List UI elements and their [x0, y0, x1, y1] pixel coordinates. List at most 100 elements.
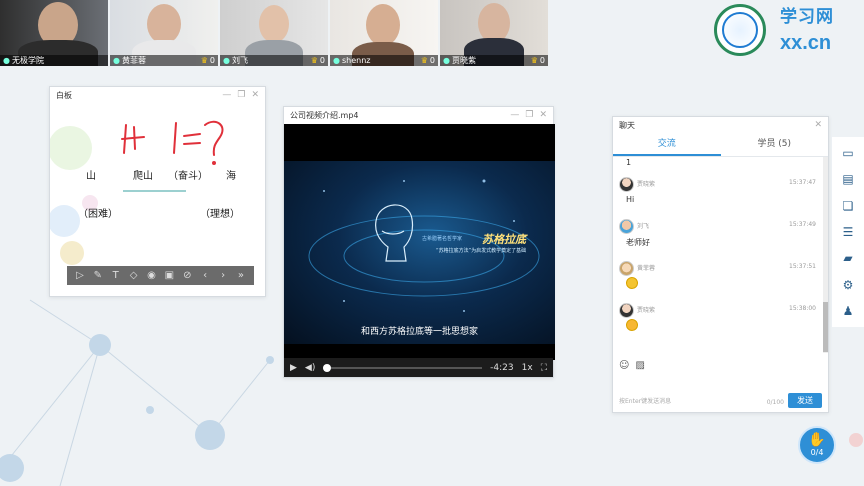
chat-title: 聊天 [619, 120, 635, 130]
video-controls: ▶ ◀) -4:23 1x ⛶ [284, 358, 553, 377]
minimize-icon[interactable]: — [222, 90, 231, 100]
participant-tile[interactable]: ● shennz ♛ 0 [330, 0, 438, 66]
whiteboard-window: 白板 — ❐ ✕ 山 爬山 （奋斗） 海 （困难） （理想） ▷ ✎ T ◇ ◉… [49, 86, 266, 297]
seek-bar[interactable] [323, 363, 483, 372]
chat-message: 贾晓紫 15:37:47 Hi [613, 175, 822, 217]
raise-hand-button[interactable]: ✋ 0/4 [798, 426, 836, 464]
avatar [619, 261, 634, 276]
whiteboard-title: 白板 [56, 90, 72, 100]
next-page-icon[interactable]: › [215, 270, 231, 281]
pointer-tool-icon[interactable]: ▷ [72, 270, 88, 281]
emoji-picker-icon[interactable]: ☺ [619, 360, 629, 371]
message-sender: 贾晓紫 [637, 181, 656, 188]
message-time: 15:38:00 [789, 305, 816, 312]
prev-page-icon[interactable]: ‹ [197, 270, 213, 281]
smile-emoji-icon [626, 277, 638, 289]
message-sender: 贾晓紫 [637, 307, 656, 314]
screen-icon[interactable]: ▭ [841, 146, 856, 160]
video-title: 公司视频介绍.mp4 [290, 110, 359, 120]
settings-gear-icon[interactable]: ⚙ [841, 278, 856, 292]
folder-icon[interactable]: ▰ [841, 251, 856, 265]
player-titlebar[interactable]: 公司视频介绍.mp4 — ❐ ✕ [284, 107, 553, 123]
participant-tile[interactable]: ● 贾晓紫 ♛ 0 [440, 0, 548, 66]
chat-scrollbar[interactable] [823, 157, 828, 353]
pen-tool-icon[interactable]: ✎ [90, 270, 106, 281]
participant-name: 刘飞 [231, 56, 248, 65]
hand-icon: ✋ [808, 432, 826, 448]
shape-tool-icon[interactable]: ◉ [144, 270, 160, 281]
participant-name: 无极学院 [11, 56, 44, 65]
restore-icon[interactable]: ❐ [525, 110, 533, 120]
documents-icon[interactable]: ❏ [841, 199, 856, 213]
chat-message-list[interactable]: 贾晓紫 15:37:47 Hi 刘飞 15:37:49 老师好 黄菲蓉 15:3… [613, 175, 822, 353]
logo-domain: xx.cn [780, 32, 832, 54]
microphone-icon: ● [223, 56, 230, 65]
message-text: Hi [626, 195, 635, 204]
side-tool-rail: ▭ ▤ ❏ ☰ ▰ ⚙ ♟ [832, 137, 864, 327]
whiteboard-titlebar[interactable]: 白板 — ❐ ✕ [50, 87, 265, 103]
participant-tile[interactable]: ● 无极学院 [0, 0, 108, 66]
image-tool-icon[interactable]: ▣ [161, 270, 177, 281]
image-upload-icon[interactable]: ▨ [635, 360, 644, 371]
chat-titlebar[interactable]: 聊天 ✕ [613, 117, 828, 133]
participant-tile[interactable]: ● 黄菲蓉 ♛ 0 [110, 0, 218, 66]
text-tool-icon[interactable]: T [108, 270, 124, 281]
participant-name: 贾晓紫 [451, 56, 476, 65]
participant-face [366, 4, 400, 46]
user-settings-icon[interactable]: ♟ [841, 304, 856, 318]
participant-face [147, 4, 181, 44]
attachment-tool-icon[interactable]: ⊘ [179, 270, 195, 281]
playback-speed[interactable]: 1x [522, 363, 533, 373]
last-page-icon[interactable]: » [233, 270, 249, 281]
message-sender: 黄菲蓉 [637, 265, 656, 272]
chat-scrollbar-thumb[interactable] [823, 302, 828, 352]
video-frame: 古希腊著名哲学家 苏格拉底 “苏格拉底方法”为启发式教学奠定了基础 [284, 161, 555, 344]
microphone-icon: ● [113, 56, 120, 65]
microphone-icon: ● [443, 56, 450, 65]
logo-name: 学习网 [780, 7, 834, 27]
chat-tabs: 交流 学员 (5) [613, 133, 828, 157]
close-icon[interactable]: ✕ [539, 110, 547, 120]
video-subtitle: 和西方苏格拉底等一批思想家 [360, 327, 478, 337]
trophy-icon: ♛ [310, 56, 318, 65]
video-screen[interactable]: 古希腊著名哲学家 苏格拉底 “苏格拉底方法”为启发式教学奠定了基础 和西方苏格拉… [284, 124, 555, 360]
close-icon[interactable]: ✕ [814, 120, 822, 130]
time-remaining: -4:23 [490, 362, 514, 373]
restore-icon[interactable]: ❐ [237, 90, 245, 100]
participant-score: 0 [319, 56, 325, 65]
tab-students[interactable]: 学员 (5) [721, 133, 829, 156]
send-hint: 按Enter键发送消息 [619, 398, 672, 405]
fullscreen-icon[interactable]: ⛶ [541, 363, 547, 373]
chat-bubble-icon[interactable]: ▤ [841, 172, 856, 186]
close-icon[interactable]: ✕ [251, 90, 259, 100]
char-counter: 0/100 [766, 399, 784, 406]
grin-emoji-icon [626, 319, 638, 331]
message-time: 15:37:47 [789, 179, 816, 186]
play-icon[interactable]: ▶ [290, 363, 297, 373]
chat-message: 黄菲蓉 15:37:51 [613, 259, 822, 301]
avatar [619, 303, 634, 318]
chat-message-text: 1 [626, 158, 632, 167]
eraser-tool-icon[interactable]: ◇ [126, 270, 142, 281]
microphone-icon: ● [333, 56, 340, 65]
video-player-window: 公司视频介绍.mp4 — ❐ ✕ 古希腊著名哲学家 苏格拉底 “苏格拉底方法”为… [283, 106, 555, 378]
minimize-icon[interactable]: — [510, 110, 519, 120]
trophy-icon: ♛ [530, 56, 538, 65]
participant-tile[interactable]: ● 刘飞 ♛ 0 [220, 0, 328, 66]
whiteboard-handwriting [121, 120, 224, 165]
seek-knob[interactable] [323, 363, 332, 372]
send-button[interactable]: 发送 [788, 393, 822, 408]
participant-score: 0 [539, 56, 545, 65]
participant-score: 0 [429, 56, 435, 65]
hand-raise-count: 0/4 [810, 448, 824, 457]
tab-discussion[interactable]: 交流 [613, 133, 721, 156]
site-logo: 学习网 xx.cn [714, 4, 834, 56]
avatar [619, 177, 634, 192]
chat-message: 刘飞 15:37:49 老师好 [613, 217, 822, 259]
whiteboard-toolbar: ▷ ✎ T ◇ ◉ ▣ ⊘ ‹ › » [67, 266, 254, 285]
video-overlay-line: “苏格拉底方法”为启发式教学奠定了基础 [436, 248, 527, 254]
whiteboard-word: （困难） [78, 209, 118, 220]
volume-icon[interactable]: ◀) [305, 363, 315, 373]
list-icon[interactable]: ☰ [841, 225, 856, 239]
compose-tools: ☺ ▨ [619, 360, 645, 371]
